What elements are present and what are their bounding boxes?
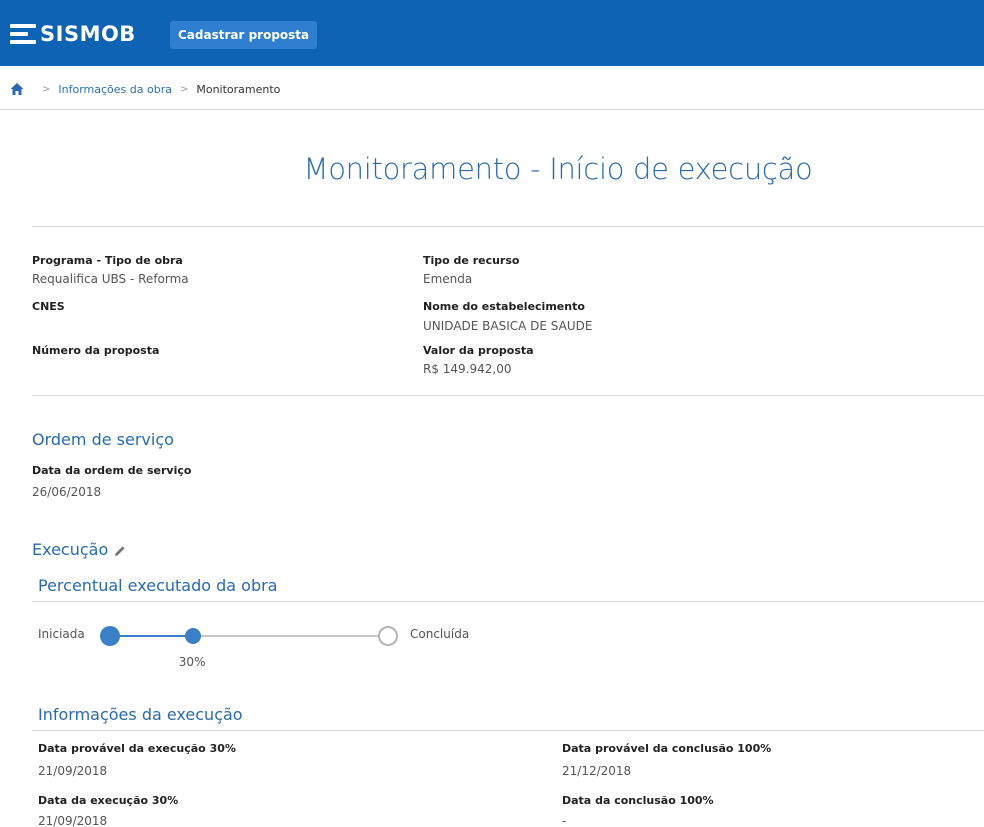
execucao-heading: Execução xyxy=(32,540,126,559)
progress-start-node xyxy=(100,626,120,646)
prov-execucao-value: 21/09/2018 xyxy=(38,764,108,778)
breadcrumb-separator: > xyxy=(179,83,189,95)
cnes-label: CNES xyxy=(32,300,65,313)
valor-proposta-label: Valor da proposta xyxy=(423,344,534,357)
pencil-icon[interactable] xyxy=(114,545,126,557)
progress-current-label: 30% xyxy=(178,655,206,669)
prov-conclusao-label: Data provável da conclusão 100% xyxy=(562,742,772,755)
execucao-label: Data da execução 30% xyxy=(38,794,179,807)
execucao-title: Execução xyxy=(32,540,109,559)
programa-label: Programa - Tipo de obra xyxy=(32,254,183,267)
data-ordem-value: 26/06/2018 xyxy=(32,485,102,499)
page-title: Monitoramento - Início de execução xyxy=(303,152,813,186)
execucao-value: 21/09/2018 xyxy=(38,814,108,827)
nome-estabelecimento-value: UNIDADE BASICA DE SAUDE xyxy=(423,319,593,333)
progress-start-label: Iniciada xyxy=(38,627,85,641)
ordem-servico-heading: Ordem de serviço xyxy=(32,430,174,449)
numero-proposta-label: Número da proposta xyxy=(32,344,160,357)
info-execucao-heading: Informações da execução xyxy=(38,705,243,724)
breadcrumb-divider xyxy=(0,109,984,110)
progress-fill xyxy=(110,635,193,637)
info-execucao-divider xyxy=(32,730,984,731)
sismob-logo[interactable]: SISMOB xyxy=(10,22,136,46)
conclusao-label: Data da conclusão 100% xyxy=(562,794,714,807)
top-navbar: SISMOB Cadastrar proposta xyxy=(0,0,984,66)
breadcrumb-monitoramento: Monitoramento xyxy=(196,82,281,96)
progress-stepper: Iniciada Concluída 30% xyxy=(38,623,498,673)
programa-value: Requalifica UBS - Reforma xyxy=(32,272,189,286)
breadcrumb: > Informações da obra > Monitoramento xyxy=(10,80,280,98)
prov-execucao-label: Data provável da execução 30% xyxy=(38,742,236,755)
percentual-divider xyxy=(32,601,984,602)
home-icon[interactable] xyxy=(10,82,24,96)
progress-end-node xyxy=(378,626,398,646)
cadastrar-proposta-button[interactable]: Cadastrar proposta xyxy=(170,21,318,49)
breadcrumb-separator: > xyxy=(42,83,51,95)
progress-current-node xyxy=(184,628,201,644)
nome-estabelecimento-label: Nome do estabelecimento xyxy=(423,300,585,313)
conclusao-value: - xyxy=(562,814,567,827)
valor-proposta-value: R$ 149.942,00 xyxy=(423,362,512,376)
breadcrumb-informacoes-obra[interactable]: Informações da obra xyxy=(58,83,172,96)
info-divider xyxy=(32,395,984,396)
percentual-heading: Percentual executado da obra xyxy=(38,576,278,595)
tipo-recurso-label: Tipo de recurso xyxy=(423,254,520,267)
progress-end-label: Concluída xyxy=(410,627,470,641)
title-divider xyxy=(32,226,984,227)
tipo-recurso-value: Emenda xyxy=(423,272,473,286)
logo-mark-icon xyxy=(10,23,36,45)
app-name: SISMOB xyxy=(40,22,136,46)
prov-conclusao-value: 21/12/2018 xyxy=(562,764,632,778)
data-ordem-label: Data da ordem de serviço xyxy=(32,464,192,477)
